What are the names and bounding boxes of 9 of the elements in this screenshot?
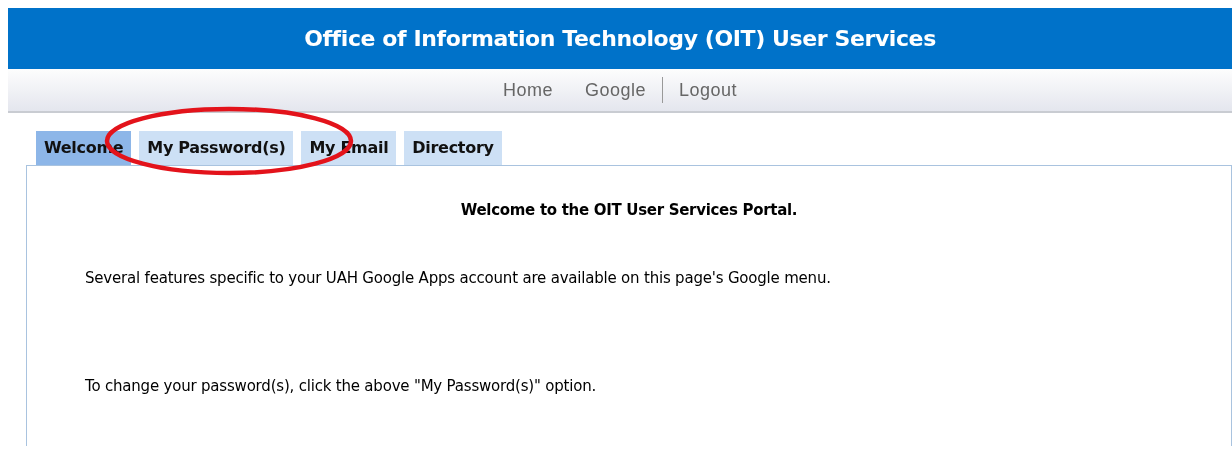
paragraph: Several features specific to your UAH Google Apps account are available on this page's Google menu. [85, 269, 832, 287]
tab[interactable]: My Password(s) [139, 131, 294, 165]
panel-heading: Welcome to the OIT User Services Portal. [459, 201, 799, 219]
paragraph: To change your password(s), click the above "My Password(s)" option. [85, 377, 598, 395]
nav-link[interactable]: Google [568, 79, 662, 101]
nav-link[interactable]: Home [486, 79, 569, 101]
site-title: Office of Information Technology (OIT) User Services [304, 26, 936, 51]
nav-link[interactable]: Logout [663, 79, 754, 101]
tab[interactable]: Directory [404, 131, 502, 165]
